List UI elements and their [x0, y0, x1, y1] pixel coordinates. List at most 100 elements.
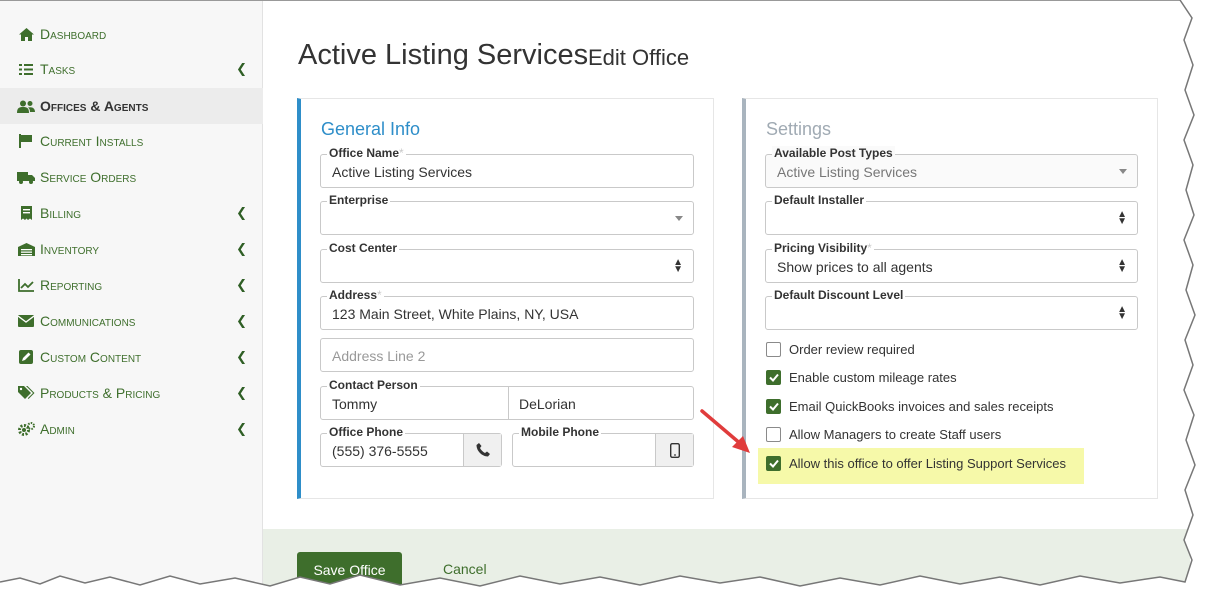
phone-icon	[476, 443, 490, 457]
sort-arrows-icon: ▲ ▼	[1117, 209, 1127, 227]
post-types-label: Available Post Types	[772, 146, 895, 160]
checkmark-icon	[768, 402, 779, 411]
sidebar-item-service-orders[interactable]: Service Orders	[0, 160, 263, 194]
mobile-addon[interactable]	[655, 434, 693, 466]
address-field[interactable]: Address* 123 Main Street, White Plains, …	[320, 288, 694, 330]
address-line-2-field[interactable]: Address Line 2	[320, 338, 694, 372]
office-phone-label: Office Phone	[327, 425, 406, 439]
chevron-left-icon: ❮	[236, 313, 247, 328]
sidebar-item-reporting[interactable]: Reporting ❮	[0, 268, 263, 302]
settings-panel: Settings Available Post Types Active Lis…	[742, 98, 1158, 499]
contact-person-label: Contact Person	[327, 378, 420, 392]
sidebar-item-current-installs[interactable]: Current Installs	[0, 124, 263, 158]
flag-icon	[16, 134, 36, 148]
checkmark-icon	[768, 459, 779, 468]
address-value: 123 Main Street, White Plains, NY, USA	[332, 306, 579, 322]
mobile-icon	[669, 442, 680, 458]
post-types-value: Active Listing Services	[777, 164, 918, 180]
general-info-title: General Info	[321, 119, 421, 139]
sidebar-item-label: Inventory	[40, 241, 100, 257]
cogs-icon	[16, 422, 36, 436]
field-divider	[508, 387, 509, 419]
line-chart-icon	[16, 278, 36, 292]
sidebar-item-inventory[interactable]: Inventory ❮	[0, 232, 263, 266]
checkbox-unchecked[interactable]	[766, 341, 781, 357]
form-footer	[263, 529, 1190, 600]
sidebar-item-admin[interactable]: Admin ❮	[0, 412, 263, 446]
annotation-arrow-icon	[700, 409, 750, 453]
checkbox-checked[interactable]	[766, 398, 781, 414]
chevron-left-icon: ❮	[236, 349, 247, 364]
office-name-field[interactable]: Office Name* Active Listing Services	[320, 146, 694, 188]
contact-last-name[interactable]: DeLorian	[519, 396, 576, 412]
checkbox-label: Enable custom mileage rates	[789, 369, 957, 385]
email-quickbooks-checkbox[interactable]: Email QuickBooks invoices and sales rece…	[766, 396, 1053, 416]
settings-title: Settings	[766, 119, 832, 139]
tasks-icon	[16, 63, 36, 76]
cost-center-select[interactable]: Cost Center ▲ ▼	[320, 241, 694, 283]
chevron-left-icon: ❮	[236, 61, 247, 76]
managers-staff-checkbox[interactable]: Allow Managers to create Staff users	[766, 424, 1001, 444]
contact-first-name[interactable]: Tommy	[332, 396, 377, 412]
cancel-link[interactable]: Cancel	[443, 561, 487, 577]
sidebar: Dashboard Tasks ❮ Offices & Agents Curre…	[0, 1, 263, 600]
sidebar-item-tasks[interactable]: Tasks ❮	[0, 52, 263, 86]
checkbox-label: Allow this office to offer Listing Suppo…	[789, 455, 1066, 471]
default-installer-select[interactable]: Default Installer ▲ ▼	[765, 193, 1138, 235]
sidebar-item-products-pricing[interactable]: Products & Pricing ❮	[0, 376, 263, 410]
tags-icon	[16, 386, 36, 400]
office-name-value: Active Listing Services	[332, 164, 473, 180]
sort-arrows-icon: ▲ ▼	[1117, 304, 1127, 322]
checkbox-checked[interactable]	[766, 369, 781, 385]
custom-mileage-checkbox[interactable]: Enable custom mileage rates	[766, 367, 957, 387]
sidebar-item-label: Communications	[40, 313, 136, 329]
sidebar-item-dashboard[interactable]: Dashboard	[0, 17, 263, 51]
discount-level-label: Default Discount Level	[772, 288, 906, 302]
checkbox-unchecked[interactable]	[766, 426, 781, 442]
checkmark-icon	[768, 373, 779, 382]
save-office-button[interactable]: Save Office	[297, 552, 402, 588]
sort-arrows-icon: ▲ ▼	[1117, 257, 1127, 275]
page-subtitle: Edit Office	[588, 45, 690, 70]
chevron-left-icon: ❮	[236, 385, 247, 400]
sidebar-item-label: Dashboard	[40, 26, 107, 42]
sidebar-item-label: Offices & Agents	[40, 98, 149, 114]
office-name-label: Office Name	[329, 146, 400, 160]
mobile-phone-field[interactable]: Mobile Phone	[512, 425, 694, 467]
chevron-left-icon: ❮	[236, 205, 247, 220]
sidebar-item-billing[interactable]: Billing ❮	[0, 196, 263, 230]
order-review-checkbox[interactable]: Order review required	[766, 339, 915, 359]
enterprise-select[interactable]: Enterprise	[320, 193, 694, 235]
sidebar-item-offices-agents[interactable]: Offices & Agents	[0, 88, 263, 124]
required-mark: *	[377, 288, 382, 302]
chevron-left-icon: ❮	[236, 277, 247, 292]
sidebar-item-label: Billing	[40, 205, 82, 221]
default-installer-label: Default Installer	[772, 193, 867, 207]
chevron-left-icon: ❮	[236, 421, 247, 436]
envelope-icon	[16, 315, 36, 327]
address-label: Address	[329, 288, 378, 302]
post-types-select[interactable]: Available Post Types Active Listing Serv…	[765, 146, 1138, 188]
sidebar-item-custom-content[interactable]: Custom Content ❮	[0, 340, 263, 374]
checkbox-label: Email QuickBooks invoices and sales rece…	[789, 398, 1054, 414]
required-mark: *	[867, 241, 872, 255]
warehouse-icon	[16, 242, 36, 256]
discount-level-select[interactable]: Default Discount Level ▲ ▼	[765, 288, 1138, 330]
home-icon	[16, 27, 36, 41]
receipt-icon	[16, 206, 36, 220]
office-phone-value: (555) 376-5555	[332, 443, 428, 459]
sidebar-item-label: Current Installs	[40, 133, 144, 149]
checkbox-checked[interactable]	[766, 455, 781, 471]
sidebar-item-label: Products & Pricing	[40, 385, 161, 401]
checkbox-label: Order review required	[789, 341, 915, 357]
sidebar-item-communications[interactable]: Communications ❮	[0, 304, 263, 338]
sidebar-item-label: Admin	[40, 421, 75, 437]
chevron-down-icon	[675, 216, 683, 221]
listing-support-checkbox[interactable]: Allow this office to offer Listing Suppo…	[766, 453, 1066, 473]
pricing-visibility-select[interactable]: Pricing Visibility* Show prices to all a…	[765, 241, 1138, 283]
sort-arrows-icon: ▲ ▼	[673, 257, 683, 275]
phone-addon[interactable]	[463, 434, 501, 466]
pricing-visibility-label: Pricing Visibility	[774, 241, 868, 255]
office-phone-field[interactable]: Office Phone (555) 376-5555	[320, 425, 502, 467]
contact-person-field: Contact Person Tommy DeLorian	[320, 378, 694, 420]
